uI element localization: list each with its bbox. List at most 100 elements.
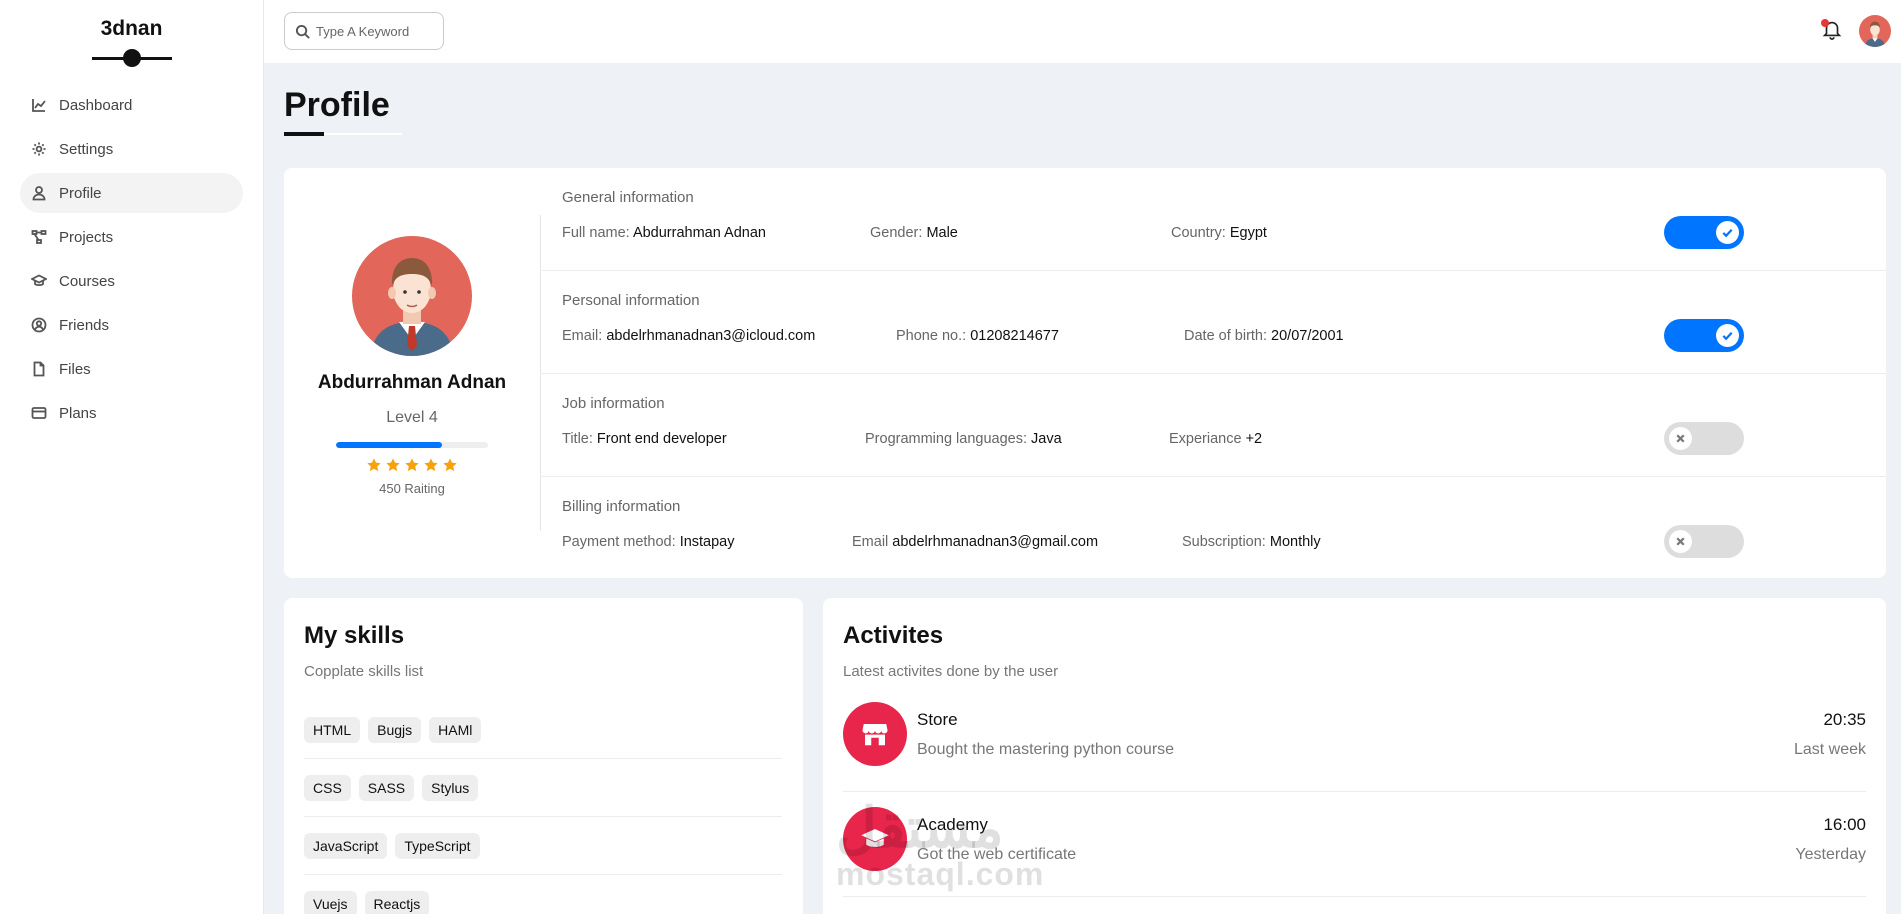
watermark-latin: mostaql.com <box>836 856 1045 892</box>
activity-time: 20:35 <box>1823 710 1866 729</box>
file-icon <box>31 361 47 377</box>
activity-date: Yesterday <box>1795 846 1866 863</box>
activity-title: Store <box>917 710 958 729</box>
gender-field: Gender: Male <box>870 225 958 241</box>
watermark-arabic: مستقل <box>836 796 1004 859</box>
level-progress-bar <box>336 442 488 448</box>
personal-info-toggle[interactable] <box>1664 319 1744 352</box>
sidebar-item-projects[interactable]: Projects <box>20 217 243 257</box>
rating-stars <box>284 457 540 473</box>
sidebar-item-label: Friends <box>59 316 110 334</box>
skill-tag: Stylus <box>422 774 479 801</box>
star-icon <box>385 457 401 473</box>
user-icon <box>31 185 47 201</box>
search-icon <box>295 24 310 39</box>
skill-tag: JavaScript <box>304 832 388 859</box>
personal-information: Personal information Email: abdelrhmanad… <box>542 271 1886 374</box>
billing-information: Billing information Payment method: Inst… <box>542 477 1886 580</box>
field-value: abdelrhmanadnan3@gmail.com <box>892 534 1099 550</box>
email-field: Email: abdelrhmanadnan3@icloud.com <box>562 328 815 344</box>
field-value: 01208214677 <box>970 328 1059 344</box>
date-of-birth-field: Date of birth: 20/07/2001 <box>1184 328 1344 344</box>
full-name-field: Full name: Abdurrahman Adnan <box>562 225 766 241</box>
avatar <box>352 236 472 356</box>
skill-tag: CSS <box>304 774 351 801</box>
field-value: Instapay <box>679 534 735 550</box>
skills-title: My skills <box>304 622 405 649</box>
logo-mark <box>91 49 172 67</box>
section-heading: General information <box>562 189 694 206</box>
skill-tag: SASS <box>358 774 415 801</box>
star-icon <box>366 457 382 473</box>
sidebar-item-dashboard[interactable]: Dashboard <box>20 85 243 125</box>
activity-item: Store Bought the mastering python course… <box>843 688 1866 792</box>
field-label: Country: <box>1171 225 1226 241</box>
field-label: Phone no.: <box>896 328 967 344</box>
billing-email-field: Email abdelrhmanadnan3@gmail.com <box>852 534 1098 550</box>
field-label: Subscription: <box>1182 534 1266 550</box>
field-label: Full name: <box>562 225 630 241</box>
field-value: abdelrhmanadnan3@icloud.com <box>606 328 816 344</box>
sidebar-item-files[interactable]: Files <box>20 349 243 389</box>
field-label: Payment method: <box>562 534 676 550</box>
country-field: Country: Egypt <box>1171 225 1267 241</box>
profile-level: Level 4 <box>386 409 438 426</box>
sidebar-item-courses[interactable]: Courses <box>20 261 243 301</box>
activity-time: 16:00 <box>1823 815 1866 834</box>
sidebar-item-label: Dashboard <box>59 96 133 114</box>
profile-rating: 450 Raiting <box>379 481 445 496</box>
search-input[interactable] <box>316 23 434 39</box>
info-sections: General information Full name: Abdurrahm… <box>542 168 1886 580</box>
sidebar-item-label: Courses <box>59 272 115 290</box>
circle-user-icon <box>31 317 47 333</box>
sidebar: 3dnan Dashboard Settings Profile Project… <box>0 0 264 914</box>
job-information: Job information Title: Front end develop… <box>542 374 1886 477</box>
field-value: Monthly <box>1269 534 1321 550</box>
field-label: Programming languages: <box>865 431 1028 447</box>
skill-row: CSS SASS Stylus <box>304 759 782 817</box>
section-heading: Job information <box>562 395 665 412</box>
sidebar-item-friends[interactable]: Friends <box>20 305 243 345</box>
activities-subtitle: Latest activites done by the user <box>843 663 1059 680</box>
star-icon <box>442 457 458 473</box>
sidebar-item-label: Files <box>59 360 91 378</box>
diagram-project-icon <box>31 229 47 245</box>
field-label: Email: <box>562 328 603 344</box>
skill-tag: Vuejs <box>304 891 357 914</box>
field-value: +2 <box>1245 431 1263 447</box>
section-heading: Billing information <box>562 498 681 515</box>
skill-tag: Reactjs <box>364 891 430 914</box>
skill-tag: Bugjs <box>368 716 422 743</box>
sidebar-item-label: Profile <box>59 184 102 202</box>
profile-summary: Abdurrahman Adnan Level 4 450 Raiting <box>284 215 541 531</box>
field-label: Gender: <box>870 225 923 241</box>
gear-icon <box>31 141 47 157</box>
sidebar-item-plans[interactable]: Plans <box>20 393 243 433</box>
subscription-field: Subscription: Monthly <box>1182 534 1321 550</box>
field-value: Abdurrahman Adnan <box>632 225 766 241</box>
sidebar-item-settings[interactable]: Settings <box>20 129 243 169</box>
activity-date: Last week <box>1793 741 1866 758</box>
top-header <box>264 0 1901 63</box>
sidebar-item-profile[interactable]: Profile <box>20 173 243 213</box>
credit-card-icon <box>31 405 47 421</box>
sidebar-nav: Dashboard Settings Profile Projects Cour… <box>0 85 263 433</box>
payment-method-field: Payment method: Instapay <box>562 534 735 550</box>
skill-row: JavaScript TypeScript <box>304 817 782 875</box>
notifications-button[interactable] <box>1821 18 1843 42</box>
graduation-cap-icon <box>31 273 47 289</box>
app-logo-text: 3dnan <box>100 17 163 40</box>
job-info-toggle[interactable] <box>1664 422 1744 455</box>
field-label: Date of birth: <box>1184 328 1268 344</box>
skill-tag: HTML <box>304 716 361 743</box>
page-title: Profile <box>284 86 390 124</box>
billing-info-toggle[interactable] <box>1664 525 1744 558</box>
field-label: Title: <box>562 431 593 447</box>
search-box[interactable] <box>284 12 444 50</box>
star-icon <box>404 457 420 473</box>
general-info-toggle[interactable] <box>1664 216 1744 249</box>
avatar[interactable] <box>1859 15 1891 47</box>
job-title-field: Title: Front end developer <box>562 431 727 447</box>
user-avatar-icon <box>370 258 454 356</box>
activity-description: Bought the mastering python course <box>917 741 1175 758</box>
